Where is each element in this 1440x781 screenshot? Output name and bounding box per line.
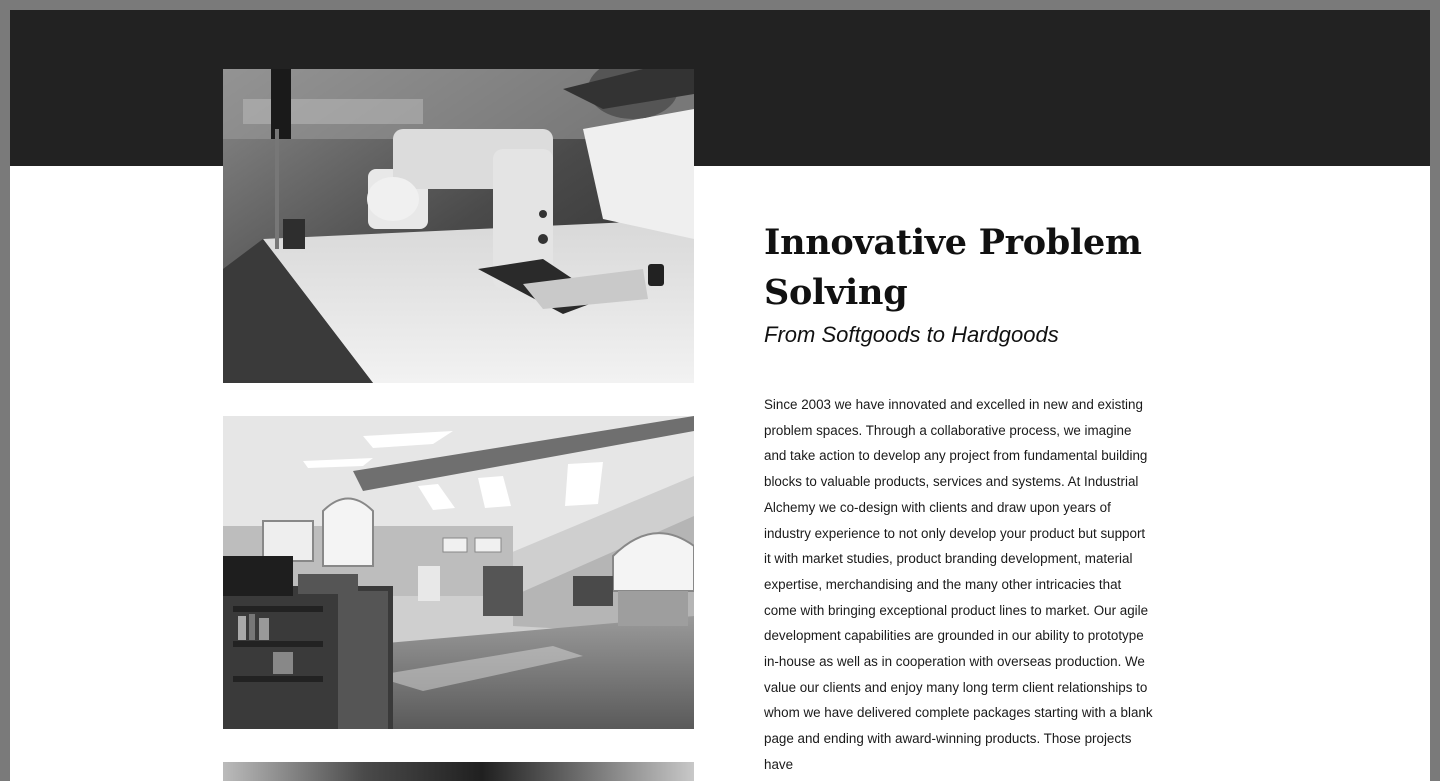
page-viewport: Innovative Problem Solving From Softgood…	[10, 10, 1430, 781]
section-body: Since 2003 we have innovated and excelle…	[764, 397, 1153, 772]
section-subheading: From Softgoods to Hardgoods	[764, 322, 1059, 347]
intro-text-column: Innovative Problem Solving From Softgood…	[764, 218, 1164, 778]
partial-photo	[223, 762, 694, 781]
studio-interior-photo	[223, 416, 694, 729]
sewing-machine-photo	[223, 69, 694, 383]
section-heading: Innovative Problem Solving	[764, 222, 1142, 313]
